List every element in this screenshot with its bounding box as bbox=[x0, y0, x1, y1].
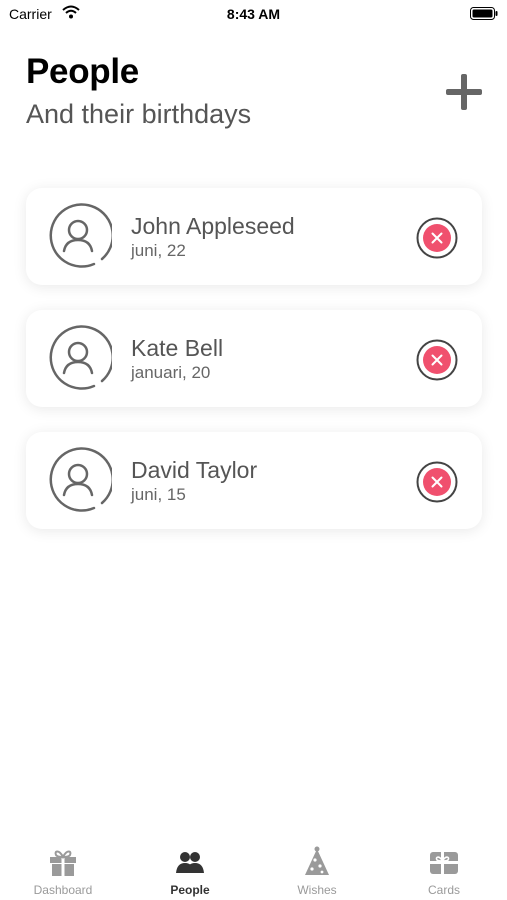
tab-cards[interactable]: Cards bbox=[381, 834, 507, 900]
party-hat-icon bbox=[305, 846, 329, 875]
tab-label: Dashboard bbox=[33, 883, 93, 897]
delete-person-button[interactable] bbox=[416, 461, 458, 503]
status-time: 8:43 AM bbox=[226, 6, 281, 22]
status-bar: Carrier 8:43 AM bbox=[0, 0, 507, 28]
person-birthday: juni, 22 bbox=[131, 241, 186, 260]
person-card[interactable]: David Taylor juni, 15 bbox=[26, 432, 482, 529]
add-person-button[interactable] bbox=[442, 70, 486, 114]
tab-wishes[interactable]: Wishes bbox=[254, 834, 380, 900]
gift-icon bbox=[50, 850, 76, 876]
delete-person-button[interactable] bbox=[416, 339, 458, 381]
people-icon bbox=[176, 852, 204, 873]
person-card[interactable]: Kate Bell januari, 20 bbox=[26, 310, 482, 407]
person-name: John Appleseed bbox=[131, 213, 295, 239]
page-title: People bbox=[26, 52, 139, 91]
tab-dashboard[interactable]: Dashboard bbox=[0, 834, 126, 900]
battery-icon bbox=[470, 7, 498, 20]
tab-label: Wishes bbox=[297, 883, 337, 897]
person-birthday: juni, 15 bbox=[131, 485, 186, 504]
delete-person-button[interactable] bbox=[416, 217, 458, 259]
avatar-icon bbox=[49, 447, 112, 512]
tab-label: Cards bbox=[427, 883, 460, 897]
avatar-icon bbox=[49, 325, 112, 390]
gift-card-icon bbox=[430, 852, 458, 874]
tab-label: People bbox=[170, 883, 210, 897]
person-birthday: januari, 20 bbox=[131, 363, 211, 382]
person-name: Kate Bell bbox=[131, 335, 224, 361]
person-name: David Taylor bbox=[131, 457, 258, 483]
tab-bar: Dashboard People Wishes Cards bbox=[0, 834, 507, 900]
tab-people[interactable]: People bbox=[127, 834, 253, 900]
person-card[interactable]: John Appleseed juni, 22 bbox=[26, 188, 482, 285]
page-subtitle: And their birthdays bbox=[26, 99, 252, 129]
avatar-icon bbox=[49, 203, 112, 268]
